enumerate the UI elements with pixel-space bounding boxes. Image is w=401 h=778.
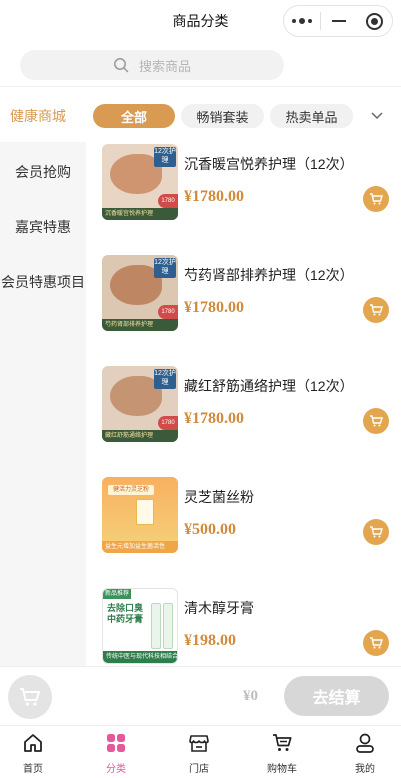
image-tag: 12次护理 [154,369,176,389]
tab-home[interactable]: 首页 [0,732,66,775]
tab-label: 我的 [355,764,375,775]
add-to-cart-button[interactable] [363,408,389,434]
sidebar-item-guest-deals[interactable]: 嘉宾特惠 [0,217,86,237]
checkout-bar: ¥0 去结算 [0,666,401,724]
product-item[interactable]: 12次护理 1780 沉香暖宫悦养护理 沉香暖宫悦养护理（12次） ¥1780.… [86,144,401,254]
product-name[interactable]: 清木醇牙膏 [184,598,254,618]
cart-icon [370,193,383,205]
bottom-tab-bar: 首页 分类 门店 购物车 我的 [0,725,401,778]
image-strip: 传统中医与现代科技相结合 [103,651,177,663]
image-badge: 1780 [158,194,178,208]
search-input[interactable]: 搜索商品 [20,50,284,80]
product-item[interactable]: 12次护理 1780 芍药肾部排养护理 芍药肾部排养护理（12次） ¥1780.… [86,255,401,365]
more-dots-icon [291,18,312,24]
home-icon [24,734,42,752]
product-image[interactable]: 健活力灵芝粉 益生元增加益生菌活性 [102,477,178,553]
tab-bestseller-sets[interactable]: 畅销套装 [181,104,264,128]
product-name[interactable]: 灵芝菌丝粉 [184,487,254,507]
cart-summary-button[interactable] [8,675,52,719]
image-title: 去除口臭 中药牙膏 [107,603,144,624]
cart-icon [370,304,383,316]
image-tag: 12次护理 [154,258,176,278]
category-icon [107,734,125,752]
sidebar: 会员抢购 嘉宾特惠 会员特惠项目 [0,142,86,666]
product-price: ¥1780.00 [184,299,244,316]
store-icon [189,735,209,752]
add-to-cart-button[interactable] [363,297,389,323]
cart-icon [20,688,41,706]
product-name[interactable]: 沉香暖宫悦养护理（12次） [184,154,354,174]
add-to-cart-button[interactable] [363,186,389,212]
current-category[interactable]: 健康商城 [10,106,66,126]
product-price: ¥1780.00 [184,410,244,427]
add-to-cart-button[interactable] [363,519,389,545]
tab-category[interactable]: 分类 [83,732,149,775]
sidebar-item-member-special-services[interactable]: 会员特惠项目 [0,272,86,292]
product-image[interactable]: 12次护理 1780 芍药肾部排养护理 [102,255,178,331]
minimize-icon [331,20,346,22]
more-button[interactable] [284,6,320,36]
product-price: ¥1780.00 [184,188,244,205]
product-price: ¥500.00 [184,521,236,538]
tab-label: 分类 [106,764,126,775]
image-strip: 沉香暖宫悦养护理 [102,208,178,220]
miniprogram-capsule [283,5,393,37]
product-image[interactable]: 12次护理 1780 沉香暖宫悦养护理 [102,144,178,220]
product-name[interactable]: 芍药肾部排养护理（12次） [184,265,354,285]
image-strip: 藏红舒筋通络护理 [102,430,178,442]
image-tag: 12次护理 [154,147,176,167]
checkout-button[interactable]: 去结算 [284,676,389,716]
product-item[interactable]: 12次护理 1780 藏红舒筋通络护理 藏红舒筋通络护理（12次） ¥1780.… [86,366,401,476]
close-miniprogram-button[interactable] [356,6,392,36]
cart-icon [370,526,383,538]
search-icon [114,58,129,73]
image-badge: 1780 [158,416,178,430]
product-image[interactable]: 新品推荐 去除口臭 中药牙膏 传统中医与现代科技相结合 [102,588,178,664]
minimize-button[interactable] [321,6,357,36]
tab-label: 门店 [189,764,209,775]
product-name[interactable]: 藏红舒筋通络护理（12次） [184,376,354,396]
image-badge: 1780 [158,305,178,319]
image-banner: 健活力灵芝粉 [108,485,154,495]
chevron-down-icon[interactable] [369,107,385,123]
sidebar-item-member-flash-sale[interactable]: 会员抢购 [0,162,86,182]
cart-total: ¥0 [243,688,258,704]
tab-cart[interactable]: 购物车 [249,732,315,775]
tab-label: 购物车 [267,764,297,775]
category-bar: 健康商城 全部 畅销套装 热卖单品 [0,94,401,136]
tab-store[interactable]: 门店 [166,732,232,775]
image-tube [151,603,161,649]
cart-icon [370,415,383,427]
nav-header: 商品分类 [0,0,401,42]
header-divider [0,86,401,87]
search-placeholder: 搜索商品 [138,58,191,74]
image-tube [163,603,173,649]
image-corner: 新品推荐 [103,589,131,599]
product-price: ¥198.00 [184,632,236,649]
image-strip: 芍药肾部排养护理 [102,319,178,331]
product-image[interactable]: 12次护理 1780 藏红舒筋通络护理 [102,366,178,442]
cart-icon [370,637,383,649]
user-icon [356,733,374,753]
image-strip: 益生元增加益生菌活性 [102,541,178,553]
tab-label: 首页 [23,764,43,775]
tab-all[interactable]: 全部 [93,104,175,128]
cart-icon [273,734,292,751]
product-item[interactable]: 健活力灵芝粉 益生元增加益生菌活性 灵芝菌丝粉 ¥500.00 [86,477,401,587]
tab-hot-items[interactable]: 热卖单品 [270,104,353,128]
image-package [136,499,154,525]
add-to-cart-button[interactable] [363,630,389,656]
target-icon [365,12,383,30]
tab-profile[interactable]: 我的 [332,732,398,775]
